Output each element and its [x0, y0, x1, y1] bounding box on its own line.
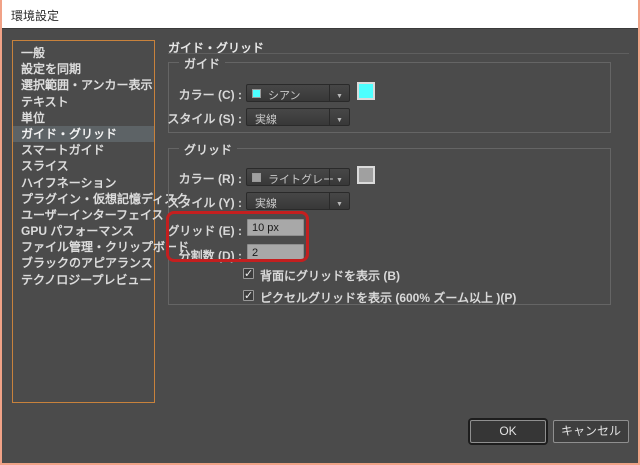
preferences-dialog: 環境設定 一般 設定を同期 選択範囲・アンカー表示 テキスト 単位 ガイド・グリ… [0, 0, 640, 465]
chevron-down-icon: ▼ [336, 117, 343, 124]
ok-button[interactable]: OK [470, 420, 546, 443]
grid-style-value: 実線 [255, 195, 277, 211]
sidebar-item-guides-grid[interactable]: ガイド・グリッド [13, 126, 154, 142]
grid-color-swatch[interactable] [357, 166, 375, 184]
sidebar-item-smart-guides[interactable]: スマートガイド [13, 142, 154, 158]
sidebar-item-plugins-scratch-disks[interactable]: プラグイン・仮想記憶ディスク [13, 191, 154, 207]
grid-color-dropdown[interactable]: ライトグレー ▼ [246, 168, 350, 186]
sidebar-item-file-handling-clipboard[interactable]: ファイル管理・クリップボード [13, 239, 154, 255]
guide-color-label: カラー (C) : [160, 86, 242, 103]
grid-color-value: ライトグレー [268, 171, 334, 187]
panel-separator [168, 53, 629, 54]
sidebar-item-appearance-of-black[interactable]: ブラックのアピアランス [13, 255, 154, 271]
grid-style-dropdown[interactable]: 実線 ▼ [246, 192, 350, 210]
grid-color-label: カラー (R) : [160, 170, 242, 187]
sidebar-item-units[interactable]: 単位 [13, 110, 154, 126]
pixel-grid-checkbox[interactable]: ✓ [243, 290, 254, 301]
guide-style-dropdown[interactable]: 実線 ▼ [246, 108, 350, 126]
grid-color-arrow-section: ▼ [329, 169, 349, 185]
checkmark-icon: ✓ [244, 290, 253, 302]
sidebar-item-general[interactable]: 一般 [13, 45, 154, 61]
sidebar-item-user-interface[interactable]: ユーザーインターフェイス [13, 207, 154, 223]
guide-color-swatch[interactable] [357, 82, 375, 100]
sidebar-item-technology-preview[interactable]: テクノロジープレビュー [13, 272, 154, 288]
guides-legend: ガイド [179, 55, 225, 72]
checkmark-icon: ✓ [244, 268, 253, 280]
gridline-every-input[interactable] [247, 219, 304, 236]
guide-color-chip [252, 89, 261, 98]
grid-color-chip [252, 173, 261, 182]
grids-in-back-label: 背面にグリッドを表示 (B) [260, 267, 400, 284]
sidebar-item-gpu-performance[interactable]: GPU パフォーマンス [13, 223, 154, 239]
guide-style-arrow-section: ▼ [329, 109, 349, 125]
chevron-down-icon: ▼ [336, 177, 343, 184]
grid-style-arrow-section: ▼ [329, 193, 349, 209]
cancel-button[interactable]: キャンセル [553, 420, 629, 443]
sidebar-item-slices[interactable]: スライス [13, 158, 154, 174]
guide-style-label: スタイル (S) : [160, 110, 242, 127]
guide-color-arrow-section: ▼ [329, 85, 349, 101]
grid-style-label: スタイル (Y) : [160, 194, 242, 211]
guide-color-value: シアン [268, 87, 301, 103]
chevron-down-icon: ▼ [336, 201, 343, 208]
sidebar-item-sync-settings[interactable]: 設定を同期 [13, 61, 154, 77]
grids-in-back-checkbox[interactable]: ✓ [243, 268, 254, 279]
guide-color-dropdown[interactable]: シアン ▼ [246, 84, 350, 102]
subdivisions-input[interactable] [247, 244, 304, 261]
title-bar[interactable]: 環境設定 [0, 0, 640, 29]
grid-legend: グリッド [179, 141, 237, 158]
window-title: 環境設定 [11, 7, 59, 24]
sidebar-item-hyphenation[interactable]: ハイフネーション [13, 175, 154, 191]
subdivisions-label: 分割数 (D) : [160, 247, 242, 264]
sidebar-item-selection-anchor[interactable]: 選択範囲・アンカー表示 [13, 77, 154, 93]
chevron-down-icon: ▼ [336, 93, 343, 100]
sidebar-item-type[interactable]: テキスト [13, 94, 154, 110]
pixel-grid-label: ピクセルグリッドを表示 (600% ズーム以上 )(P) [260, 289, 516, 306]
preferences-sidebar: 一般 設定を同期 選択範囲・アンカー表示 テキスト 単位 ガイド・グリッド スマ… [12, 40, 155, 403]
gridline-every-label: グリッド (E) : [160, 222, 242, 239]
guide-style-value: 実線 [255, 111, 277, 127]
